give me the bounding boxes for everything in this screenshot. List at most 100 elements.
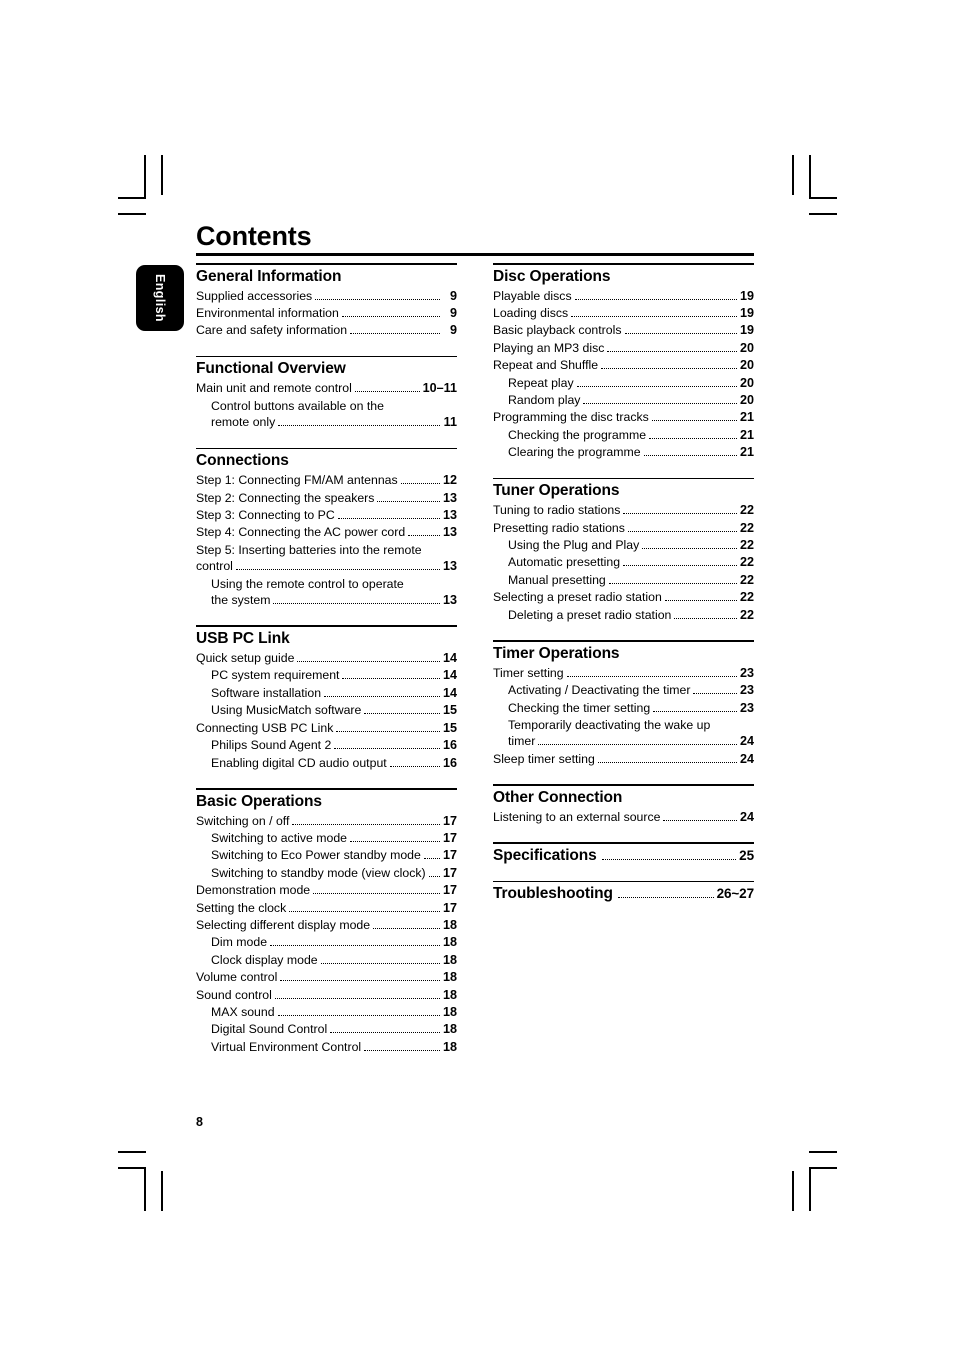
toc-entry[interactable]: Step 3: Connecting to PC 13 bbox=[196, 507, 457, 524]
toc-entry[interactable]: Main unit and remote control 10–11 bbox=[196, 380, 457, 397]
toc-entry[interactable]: Checking the programme 21 bbox=[493, 427, 754, 444]
toc-entry[interactable]: Step 5: Inserting batteries into the rem… bbox=[196, 542, 457, 559]
toc-entry[interactable]: Dim mode 18 bbox=[196, 934, 457, 951]
toc-entry[interactable]: PC system requirement 14 bbox=[196, 667, 457, 684]
toc-entry[interactable]: MAX sound 18 bbox=[196, 1004, 457, 1021]
toc-entry[interactable]: Setting the clock 17 bbox=[196, 900, 457, 917]
section-heading-label: Other Connection bbox=[493, 788, 623, 806]
toc-entry[interactable]: Virtual Environment Control 18 bbox=[196, 1039, 457, 1056]
dot-leader bbox=[277, 1014, 440, 1016]
toc-entry[interactable]: remote only 11 bbox=[196, 414, 457, 431]
toc-entry[interactable]: Checking the timer setting 23 bbox=[493, 700, 754, 717]
toc-entry[interactable]: Demonstration mode 17 bbox=[196, 882, 457, 899]
toc-entry-page-number: 10–11 bbox=[422, 381, 457, 396]
toc-entry[interactable]: Environmental information 9 bbox=[196, 305, 457, 322]
toc-entry[interactable]: Presetting radio stations 22 bbox=[493, 520, 754, 537]
toc-entry-label: Step 1: Connecting FM/AM antennas bbox=[196, 473, 398, 488]
toc-entry[interactable]: Step 1: Connecting FM/AM antennas 12 bbox=[196, 472, 457, 489]
toc-entry[interactable]: Switching on / off 17 bbox=[196, 813, 457, 830]
toc-entry[interactable]: Listening to an external source 24 bbox=[493, 809, 754, 826]
toc-entry-page-number: 9 bbox=[449, 323, 457, 338]
toc-entry-page-number: 23 bbox=[739, 683, 754, 698]
toc-entry[interactable]: Tuning to radio stations 22 bbox=[493, 502, 754, 519]
toc-entry[interactable]: Sleep timer setting 24 bbox=[493, 751, 754, 768]
toc-entry[interactable]: Care and safety information 9 bbox=[196, 322, 457, 339]
toc-entry-page-number: 15 bbox=[442, 703, 457, 718]
toc-entry[interactable]: Activating / Deactivating the timer 23 bbox=[493, 682, 754, 699]
toc-entry[interactable]: Selecting a preset radio station 22 bbox=[493, 589, 754, 606]
dot-leader bbox=[389, 765, 440, 767]
toc-entry[interactable]: Switching to standby mode (view clock) 17 bbox=[196, 865, 457, 882]
crop-mark-top-right-vertical-inner bbox=[809, 155, 811, 199]
crop-mark-top-left-vertical-outer bbox=[161, 155, 163, 195]
toc-entry[interactable]: Switching to Eco Power standby mode 17 bbox=[196, 847, 457, 864]
toc-entry[interactable]: Playable discs 19 bbox=[493, 288, 754, 305]
toc-entry-page-number: 22 bbox=[739, 607, 754, 622]
toc-entry-page-number: 11 bbox=[443, 415, 457, 430]
section-heading-troubleshooting[interactable]: Troubleshooting 26~27 bbox=[493, 885, 754, 903]
toc-entry[interactable]: Basic playback controls 19 bbox=[493, 322, 754, 339]
toc-entry[interactable]: Volume control 18 bbox=[196, 969, 457, 986]
toc-entry[interactable]: the system 13 bbox=[196, 592, 457, 609]
toc-entry[interactable]: Random play 20 bbox=[493, 392, 754, 409]
toc-entry[interactable]: Using the Plug and Play 22 bbox=[493, 537, 754, 554]
toc-entry[interactable]: control 13 bbox=[196, 558, 457, 575]
toc-entry[interactable]: Repeat and Shuffle 20 bbox=[493, 357, 754, 374]
toc-entry-label: Digital Sound Control bbox=[211, 1022, 328, 1037]
toc-entry[interactable]: Selecting different display mode 18 bbox=[196, 917, 457, 934]
toc-entry[interactable]: Digital Sound Control 18 bbox=[196, 1021, 457, 1038]
toc-entry[interactable]: Clock display mode 18 bbox=[196, 952, 457, 969]
dot-leader bbox=[624, 333, 737, 335]
toc-entry-label: Playing an MP3 disc bbox=[493, 340, 605, 355]
toc-entry[interactable]: Sound control 18 bbox=[196, 987, 457, 1004]
toc-entry[interactable]: Control buttons available on the bbox=[196, 398, 457, 415]
section-heading-specifications[interactable]: Specifications 25 bbox=[493, 847, 754, 865]
toc-entry[interactable]: Step 4: Connecting the AC power cord 13 bbox=[196, 524, 457, 541]
toc-entry[interactable]: Timer setting 23 bbox=[493, 665, 754, 682]
toc-entry-label: Checking the timer setting bbox=[508, 700, 651, 715]
section-heading-disc-operations: Disc Operations bbox=[493, 268, 754, 286]
toc-entry[interactable]: Automatic presetting 22 bbox=[493, 554, 754, 571]
toc-entry-label: Sound control bbox=[196, 987, 272, 1002]
toc-entry[interactable]: Clearing the programme 21 bbox=[493, 444, 754, 461]
toc-entry-page-number: 21 bbox=[739, 427, 754, 442]
toc-entry[interactable]: Software installation 14 bbox=[196, 685, 457, 702]
toc-entry[interactable]: Using the remote control to operate bbox=[196, 576, 457, 593]
toc-entry[interactable]: Quick setup guide 14 bbox=[196, 650, 457, 667]
dot-leader bbox=[607, 350, 737, 352]
toc-entry[interactable]: Temporarily deactivating the wake up bbox=[493, 717, 754, 734]
toc-entry[interactable]: Switching to active mode 17 bbox=[196, 830, 457, 847]
toc-entry-label: Switching to active mode bbox=[211, 830, 348, 845]
section-heading-general-information: General Information bbox=[196, 268, 457, 286]
toc-entry-page-number: 17 bbox=[442, 813, 457, 828]
toc-entry[interactable]: Playing an MP3 disc 20 bbox=[493, 340, 754, 357]
dot-leader bbox=[342, 678, 440, 680]
toc-entry[interactable]: Deleting a preset radio station 22 bbox=[493, 607, 754, 624]
section-heading-other-connection: Other Connection bbox=[493, 789, 754, 807]
toc-entry-label: Basic playback controls bbox=[493, 323, 622, 338]
toc-entry[interactable]: Repeat play 20 bbox=[493, 375, 754, 392]
toc-entry-label: remote only bbox=[211, 415, 276, 430]
toc-entry[interactable]: Enabling digital CD audio output 16 bbox=[196, 755, 457, 772]
toc-entry-label: Manual presetting bbox=[508, 572, 606, 587]
toc-entry[interactable]: Supplied accessories 9 bbox=[196, 288, 457, 305]
toc-entry[interactable]: Step 2: Connecting the speakers 13 bbox=[196, 490, 457, 507]
section-heading-connections: Connections bbox=[196, 452, 457, 470]
toc-entry-label: Step 2: Connecting the speakers bbox=[196, 490, 375, 505]
crop-mark-bottom-right-vertical-inner bbox=[809, 1167, 811, 1211]
toc-entry-label: Using the Plug and Play bbox=[508, 538, 640, 553]
toc-entry[interactable]: Loading discs 19 bbox=[493, 305, 754, 322]
crop-mark-bottom-right-horizontal-outer bbox=[809, 1151, 837, 1153]
toc-entry-page-number: 17 bbox=[442, 830, 457, 845]
toc-entry-label: Control buttons available on the bbox=[211, 398, 384, 413]
toc-entry-label: Main unit and remote control bbox=[196, 381, 352, 396]
toc-entry[interactable]: Programming the disc tracks 21 bbox=[493, 409, 754, 426]
toc-entry[interactable]: timer 24 bbox=[493, 733, 754, 750]
crop-mark-top-right-vertical-outer bbox=[792, 155, 794, 195]
toc-entry[interactable]: Philips Sound Agent 2 16 bbox=[196, 737, 457, 754]
toc-entry[interactable]: Using MusicMatch software 15 bbox=[196, 702, 457, 719]
dot-leader bbox=[653, 710, 737, 712]
toc-entry[interactable]: Connecting USB PC Link 15 bbox=[196, 720, 457, 737]
toc-entry[interactable]: Manual presetting 22 bbox=[493, 572, 754, 589]
section-heading-label: Timer Operations bbox=[493, 644, 620, 662]
